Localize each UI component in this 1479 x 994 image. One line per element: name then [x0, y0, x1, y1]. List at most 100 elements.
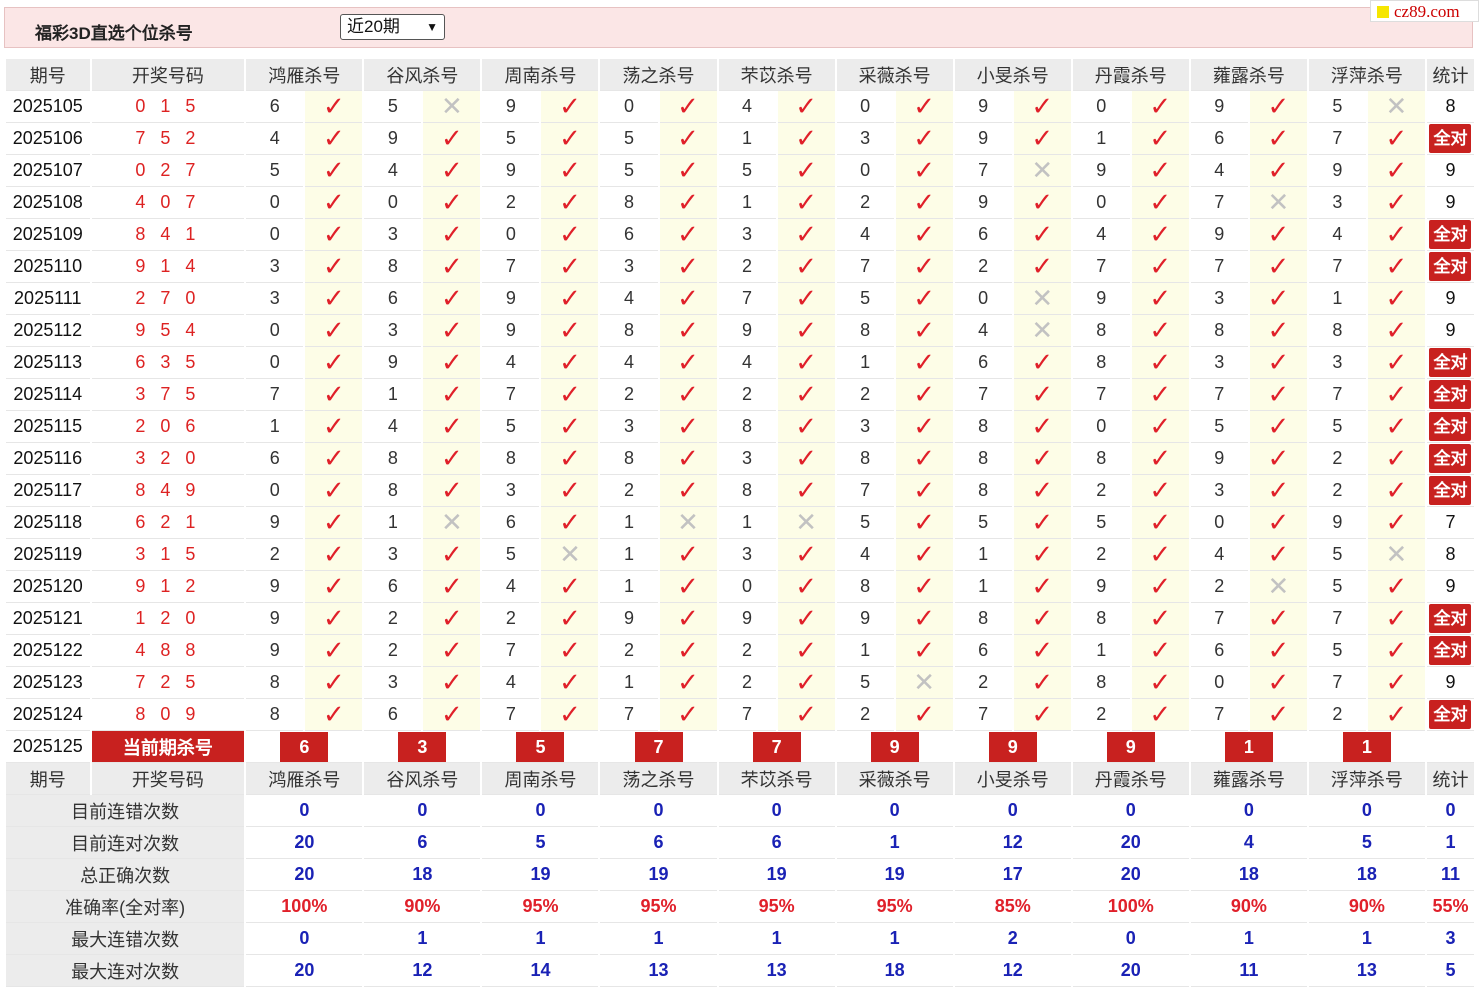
table-row: 2025110 9 1 4 3 ✓ 8 ✓ 7 ✓ 3 ✓ 2 ✓ 7 ✓ 2 ✓ 7 ✓ 7 ✓ 7 ✓ 全对: [6, 251, 1474, 283]
kill-number-cell: 7: [1190, 379, 1248, 411]
header-expert[interactable]: 小旻杀号: [954, 763, 1071, 795]
check-icon: ✓: [1385, 251, 1408, 281]
current-period-row: 2025125 当前期杀号 6 3 5 7 7 9 9 9 1 1: [6, 731, 1474, 763]
check-icon: ✓: [1031, 475, 1054, 505]
header-expert[interactable]: 蕹露杀号: [1190, 763, 1307, 795]
kill-number-cell: 9: [954, 123, 1012, 155]
check-icon: ✓: [559, 603, 581, 633]
summary-value: 1: [1426, 827, 1474, 859]
summary-value: 13: [718, 955, 835, 987]
kill-number-cell: 2: [246, 539, 304, 571]
header-expert[interactable]: 采薇杀号: [836, 59, 953, 91]
kill-number-cell: 8: [364, 443, 422, 475]
kill-number-cell: 7: [1308, 667, 1366, 699]
result-cell: ✓: [1131, 315, 1189, 347]
summary-value: 18: [364, 859, 481, 891]
table-row: 2025120 9 1 2 9 ✓ 6 ✓ 4 ✓ 1 ✓ 0 ✓ 8 ✓ 1 ✓ 9 ✓ 2 ✕ 5 ✓ 9: [6, 571, 1474, 603]
header-expert[interactable]: 浮萍杀号: [1308, 763, 1425, 795]
current-kill-cell: 1: [1190, 731, 1307, 763]
check-icon: ✓: [1267, 155, 1290, 185]
header-expert[interactable]: 芣苡杀号: [718, 763, 835, 795]
result-cell: ✓: [895, 315, 953, 347]
result-cell: ✓: [541, 123, 599, 155]
check-icon: ✓: [1031, 571, 1054, 601]
brand-logo[interactable]: cz89.com: [1370, 0, 1479, 22]
header-expert[interactable]: 谷风杀号: [364, 763, 481, 795]
kill-number-cell: 5: [1308, 539, 1366, 571]
header-expert[interactable]: 荡之杀号: [600, 763, 717, 795]
current-kill-number: 7: [634, 731, 683, 762]
header-expert[interactable]: 鸿雁杀号: [246, 763, 363, 795]
header-expert[interactable]: 鸿雁杀号: [246, 59, 363, 91]
check-icon: ✓: [1031, 91, 1054, 121]
check-icon: ✓: [913, 219, 936, 249]
kill-number-cell: 9: [836, 603, 894, 635]
result-cell: ✓: [1249, 155, 1307, 187]
kill-number-cell: 9: [246, 571, 304, 603]
check-icon: ✓: [795, 539, 817, 569]
current-kill-number: 3: [398, 731, 447, 762]
check-icon: ✓: [677, 155, 699, 185]
header-expert[interactable]: 周南杀号: [482, 763, 599, 795]
header-expert[interactable]: 小旻杀号: [954, 59, 1071, 91]
draw-number-cell: 9 1 2: [91, 571, 245, 603]
kill-number-cell: 4: [1190, 539, 1248, 571]
kill-number-cell: 5: [1190, 411, 1248, 443]
check-icon: ✓: [1267, 667, 1290, 697]
kill-number-cell: 2: [836, 379, 894, 411]
check-icon: ✓: [1149, 379, 1172, 409]
header-expert[interactable]: 蕹露杀号: [1190, 59, 1307, 91]
check-icon: ✓: [795, 187, 817, 217]
result-cell: ✓: [895, 603, 953, 635]
check-icon: ✓: [1149, 123, 1172, 153]
kill-number-cell: 9: [718, 603, 776, 635]
kill-number-cell: 3: [246, 251, 304, 283]
check-icon: ✓: [1385, 475, 1408, 505]
kill-number-cell: 1: [954, 539, 1012, 571]
result-cell: ✕: [1013, 315, 1071, 347]
summary-value: 14: [482, 955, 599, 987]
result-cell: ✓: [541, 443, 599, 475]
header-expert[interactable]: 周南杀号: [482, 59, 599, 91]
stat-cell: 9: [1426, 571, 1474, 603]
kill-number-cell: 9: [482, 315, 540, 347]
header-expert[interactable]: 芣苡杀号: [718, 59, 835, 91]
header-expert[interactable]: 采薇杀号: [836, 763, 953, 795]
check-icon: ✓: [677, 475, 699, 505]
result-cell: ✓: [1249, 539, 1307, 571]
result-cell: ✓: [305, 219, 363, 251]
result-cell: ✓: [1131, 187, 1189, 219]
summary-value: 5: [1426, 955, 1474, 987]
header-expert[interactable]: 谷风杀号: [364, 59, 481, 91]
kill-number-cell: 3: [1190, 283, 1248, 315]
chevron-down-icon[interactable]: ▼: [426, 15, 438, 39]
header-expert[interactable]: 浮萍杀号: [1308, 59, 1425, 91]
kill-number-cell: 2: [836, 699, 894, 731]
header-expert[interactable]: 丹霞杀号: [1072, 59, 1189, 91]
kill-number-cell: 9: [1308, 507, 1366, 539]
check-icon: ✓: [322, 699, 345, 729]
kill-number-cell: 5: [1308, 571, 1366, 603]
result-cell: ✓: [659, 251, 717, 283]
result-cell: ✕: [659, 507, 717, 539]
header-expert[interactable]: 丹霞杀号: [1072, 763, 1189, 795]
check-icon: ✓: [1149, 635, 1172, 665]
header-expert[interactable]: 荡之杀号: [600, 59, 717, 91]
issue-cell: 2025111: [6, 283, 90, 315]
summary-value: 5: [482, 827, 599, 859]
kill-number-cell: 9: [482, 155, 540, 187]
kill-number-cell: 4: [718, 347, 776, 379]
summary-value: 20: [1072, 859, 1189, 891]
top-bar: 福彩3D直选个位杀号 近20期 ▼: [4, 7, 1473, 48]
current-kill-number: 1: [1342, 731, 1391, 762]
period-select[interactable]: 近20期 ▼: [340, 14, 445, 40]
result-cell: ✓: [777, 187, 835, 219]
summary-value: 1: [482, 923, 599, 955]
draw-number-cell: 6 2 1: [91, 507, 245, 539]
check-icon: ✓: [913, 379, 936, 409]
result-cell: ✓: [1013, 539, 1071, 571]
check-icon: ✓: [1267, 603, 1290, 633]
kill-number-cell: 2: [1308, 475, 1366, 507]
result-cell: ✕: [1013, 155, 1071, 187]
check-icon: ✓: [1149, 571, 1172, 601]
